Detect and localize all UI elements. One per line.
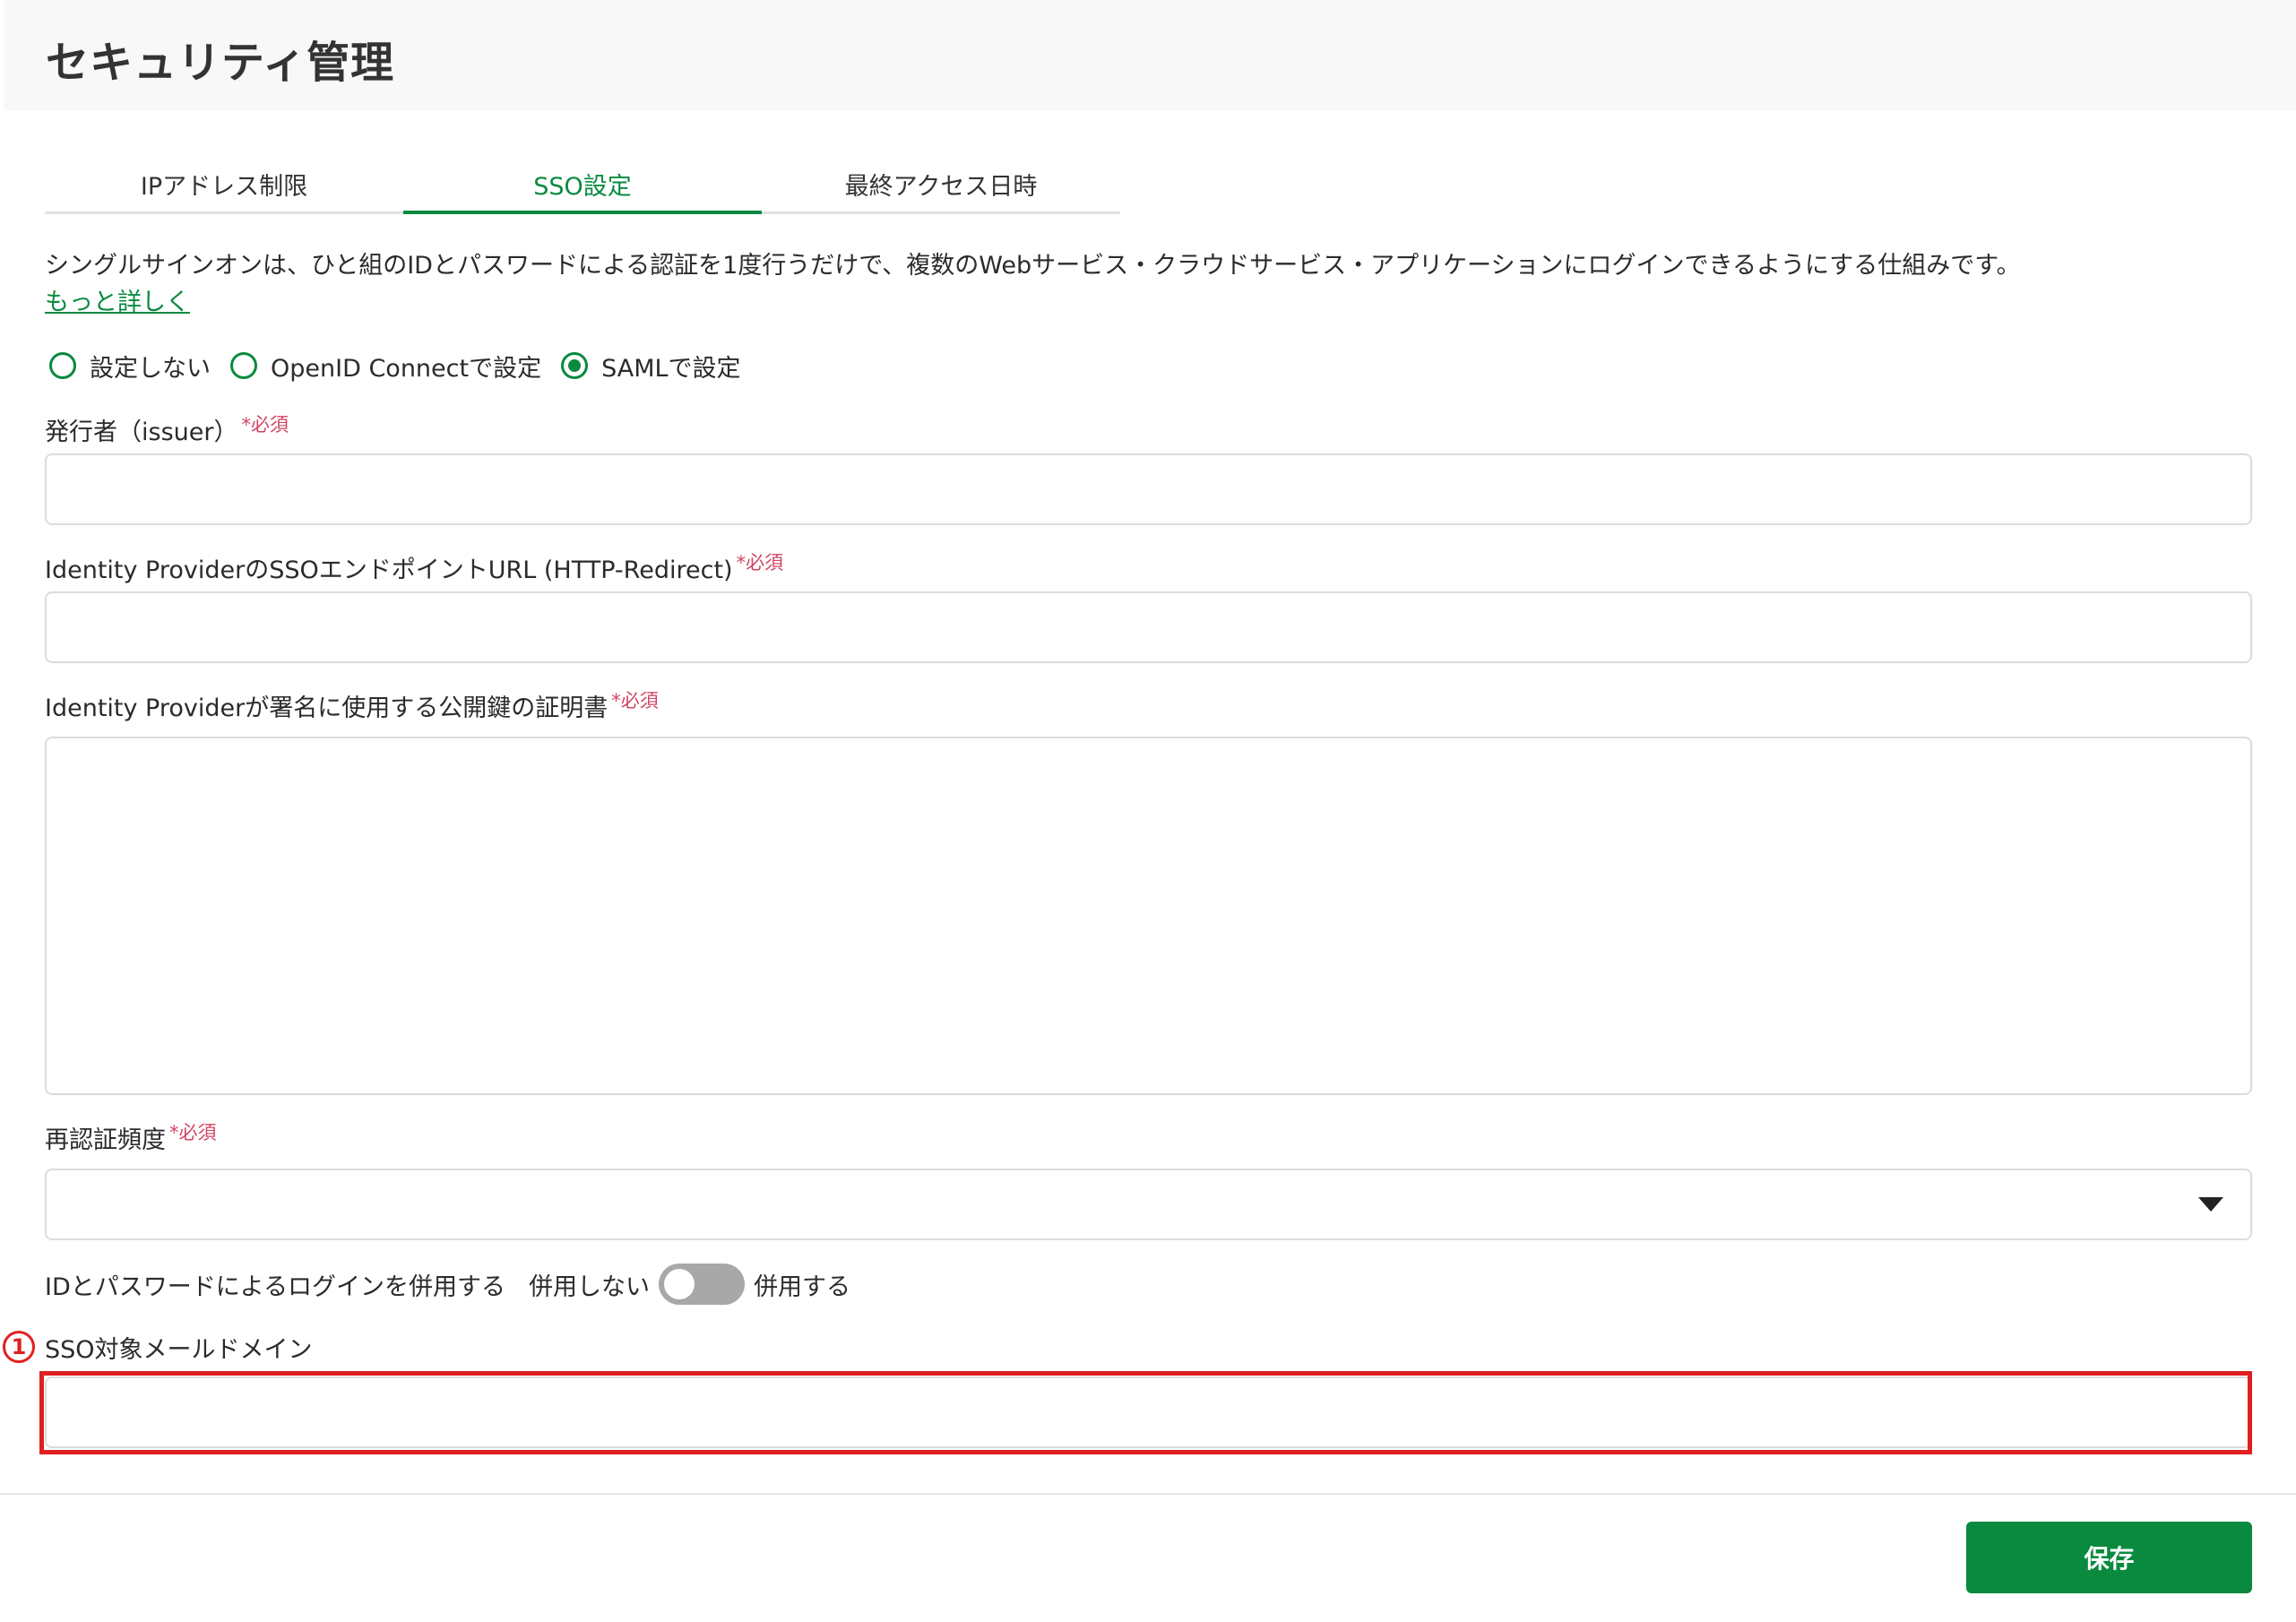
sso-endpoint-label-text: Identity ProviderのSSOエンドポイントURL (HTTP-Re… [45,556,733,584]
radio-openid-label: OpenID Connectで設定 [271,354,542,383]
sso-description: シングルサインオンは、ひと組のIDとパスワードによる認証を1度行うだけで、複数の… [45,252,2021,280]
page-header: セキュリティ管理 [4,0,2296,110]
radio-none-circle[interactable] [49,352,76,379]
tab-sso-settings[interactable]: SSO設定 [403,166,762,214]
id-password-login-toggle[interactable] [658,1264,745,1305]
sso-endpoint-input[interactable] [45,591,2252,663]
learn-more-link[interactable]: もっと詳しく [45,282,190,317]
toggle-off-label: 併用しない [528,1273,650,1301]
mail-domain-label-text: SSO対象メールドメイン [45,1336,313,1364]
annotation-marker: 1 [3,1331,35,1363]
id-password-login-label: IDとパスワードによるログインを併用する [45,1273,505,1301]
tab-last-access[interactable]: 最終アクセス日時 [762,166,1120,211]
reauth-frequency-required-mark: *必須 [169,1122,217,1143]
reauth-frequency-select[interactable] [45,1169,2252,1240]
reauth-frequency-label: 再認証頻度 *必須 [45,1120,217,1155]
id-password-login-row: IDとパスワードによるログインを併用する 併用しない 併用する [45,1262,850,1307]
radio-none-label: 設定しない [90,354,211,383]
certificate-label: Identity Providerが署名に使用する公開鍵の証明書 *必須 [45,688,659,723]
radio-saml-circle[interactable] [561,352,589,379]
certificate-required-mark: *必須 [611,690,659,712]
radio-option-saml[interactable]: SAMLで設定 [561,349,741,384]
radio-option-openid[interactable]: OpenID Connectで設定 [230,349,541,384]
certificate-label-text: Identity Providerが署名に使用する公開鍵の証明書 [45,695,609,722]
radio-option-none[interactable]: 設定しない [49,349,211,384]
tab-bar: IPアドレス制限 SSO設定 最終アクセス日時 [45,166,1120,214]
chevron-down-icon[interactable] [2198,1197,2223,1212]
issuer-label: 発行者（issuer） *必須 [45,412,289,447]
sso-endpoint-required-mark: *必須 [736,552,784,574]
certificate-textarea[interactable] [45,737,2252,1095]
sso-endpoint-label: Identity ProviderのSSOエンドポイントURL (HTTP-Re… [45,550,783,585]
tab-ip-restriction[interactable]: IPアドレス制限 [45,166,403,211]
issuer-label-text: 発行者（issuer） [45,418,238,446]
mail-domain-input[interactable] [45,1376,2252,1448]
page-title: セキュリティ管理 [46,38,395,88]
reauth-frequency-label-text: 再認証頻度 [45,1126,166,1154]
radio-openid-circle[interactable] [230,352,257,379]
mail-domain-label: SSO対象メールドメイン [45,1330,313,1365]
issuer-input[interactable] [45,453,2252,525]
toggle-knob [663,1269,695,1299]
toggle-on-label: 併用する [753,1273,850,1301]
sso-mode-radio-group: 設定しない OpenID Connectで設定 SAMLで設定 [49,348,761,384]
save-button[interactable]: 保存 [1966,1522,2252,1593]
issuer-required-mark: *必須 [241,414,289,436]
radio-saml-label: SAMLで設定 [601,354,741,383]
footer-divider [0,1493,2296,1495]
